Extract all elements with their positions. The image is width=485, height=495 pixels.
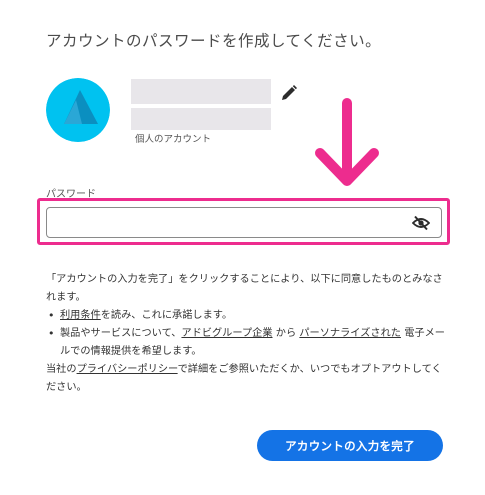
avatar [46,78,110,142]
password-input[interactable] [47,208,397,237]
terms-of-use-link[interactable]: 利用条件 [60,310,101,321]
privacy-pre: 当社の [46,364,77,375]
terms-item-conditions: 利用条件を読み、これに承諾します。 [46,307,446,325]
privacy-line: 当社のプライバシーポリシーで詳細をご参照いただくか、いつでもオプトアウトしてくだ… [46,361,446,397]
privacy-policy-link[interactable]: プライバシーポリシー [77,364,178,375]
pencil-icon[interactable] [280,84,298,102]
password-field[interactable] [46,207,442,238]
terms-item2-pre: 製品やサービスについて、 [60,328,182,339]
adobe-group-link[interactable]: アドビグループ企業 [181,328,272,339]
terms-item-email: 製品やサービスについて、アドビグループ企業 から パーソナライズされた 電子メー… [46,325,446,361]
personalized-link[interactable]: パーソナライズされた [299,328,401,339]
terms-section: 「アカウントの入力を完了」をクリックすることにより、以下に同意したものとみなされ… [46,271,446,397]
terms-list: 利用条件を読み、これに承諾します。 製品やサービスについて、アドビグループ企業 … [46,307,446,361]
page-title: アカウントのパスワードを作成してください。 [46,32,382,50]
arrow-down-icon [315,98,379,186]
avatar-graphic [46,78,110,142]
account-email-redacted [131,108,271,130]
eye-slash-icon[interactable] [411,215,431,231]
account-name-redacted [131,79,271,104]
terms-intro: 「アカウントの入力を完了」をクリックすることにより、以下に同意したものとみなされ… [46,274,443,303]
account-type-label: 個人のアカウント [135,134,212,145]
complete-account-button[interactable]: アカウントの入力を完了 [257,430,443,461]
terms-item1-text: を読み、これに承諾します。 [100,310,233,321]
terms-item2-mid: から [272,328,300,339]
